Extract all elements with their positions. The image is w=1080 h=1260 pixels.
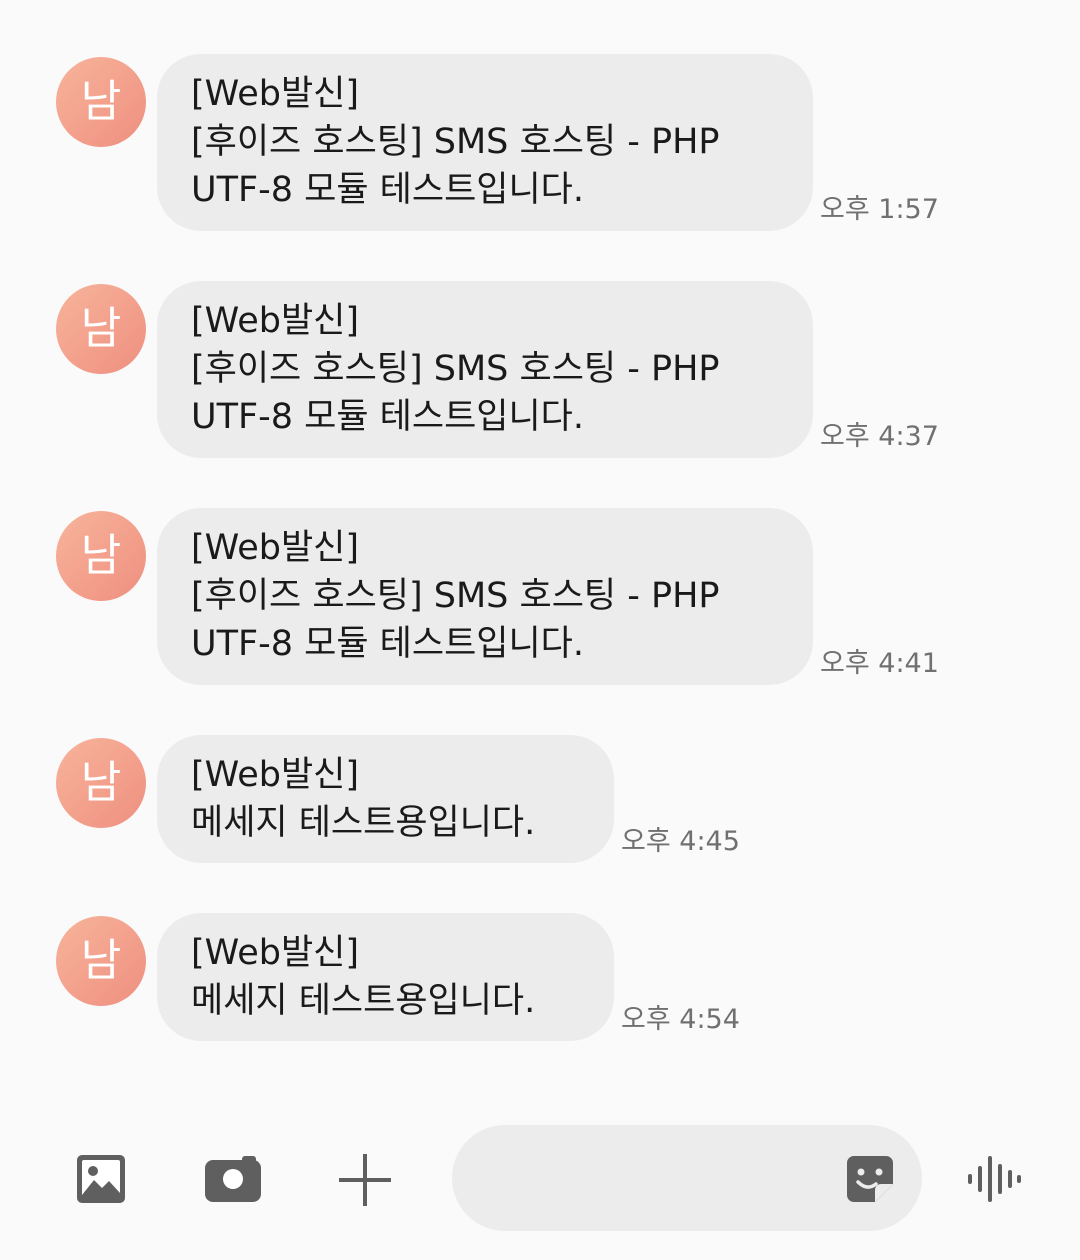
message-composer: [0, 1110, 1080, 1260]
sender-avatar[interactable]: 남: [56, 284, 146, 374]
message-timestamp: 오후 4:37: [820, 421, 939, 452]
message-list[interactable]: 남 [Web발신] [후이즈 호스팅] SMS 호스팅 - PHP UTF-8 …: [0, 0, 1080, 1100]
message-bubble[interactable]: [Web발신] 메세지 테스트용입니다.: [157, 735, 614, 863]
sticker-icon[interactable]: [845, 1154, 895, 1204]
message-line: [후이즈 호스팅] SMS 호스팅 - PHP: [191, 576, 720, 616]
message-line: 메세지 테스트용입니다.: [191, 803, 536, 843]
message-line: UTF-8 모듈 테스트입니다.: [191, 170, 585, 210]
message-line: [Web발신]: [191, 301, 360, 341]
message-line: [후이즈 호스팅] SMS 호스팅 - PHP: [191, 122, 720, 162]
sender-avatar[interactable]: 남: [56, 57, 146, 147]
message-timestamp: 오후 1:57: [820, 194, 939, 225]
message-line: [Web발신]: [191, 528, 360, 568]
message-line: [Web발신]: [191, 933, 360, 973]
message-line: [Web발신]: [191, 74, 360, 114]
message-bubble[interactable]: [Web발신] 메세지 테스트용입니다.: [157, 913, 614, 1041]
camera-icon[interactable]: [204, 1155, 262, 1203]
image-icon[interactable]: [75, 1153, 127, 1205]
sender-avatar[interactable]: 남: [56, 511, 146, 601]
message-line: [후이즈 호스팅] SMS 호스팅 - PHP: [191, 349, 720, 389]
message-bubble[interactable]: [Web발신] [후이즈 호스팅] SMS 호스팅 - PHP UTF-8 모듈…: [157, 281, 813, 458]
message-bubble[interactable]: [Web발신] [후이즈 호스팅] SMS 호스팅 - PHP UTF-8 모듈…: [157, 54, 813, 231]
message-timestamp: 오후 4:41: [820, 648, 939, 679]
message-line: UTF-8 모듈 테스트입니다.: [191, 624, 585, 664]
voice-icon[interactable]: [966, 1151, 1022, 1207]
message-line: 메세지 테스트용입니다.: [191, 981, 536, 1021]
message-input-field[interactable]: [452, 1125, 922, 1231]
plus-icon[interactable]: [337, 1152, 393, 1208]
message-line: UTF-8 모듈 테스트입니다.: [191, 397, 585, 437]
message-timestamp: 오후 4:45: [621, 826, 740, 857]
message-bubble[interactable]: [Web발신] [후이즈 호스팅] SMS 호스팅 - PHP UTF-8 모듈…: [157, 508, 813, 685]
sender-avatar[interactable]: 남: [56, 916, 146, 1006]
message-line: [Web발신]: [191, 755, 360, 795]
message-timestamp: 오후 4:54: [621, 1004, 740, 1035]
sender-avatar[interactable]: 남: [56, 738, 146, 828]
